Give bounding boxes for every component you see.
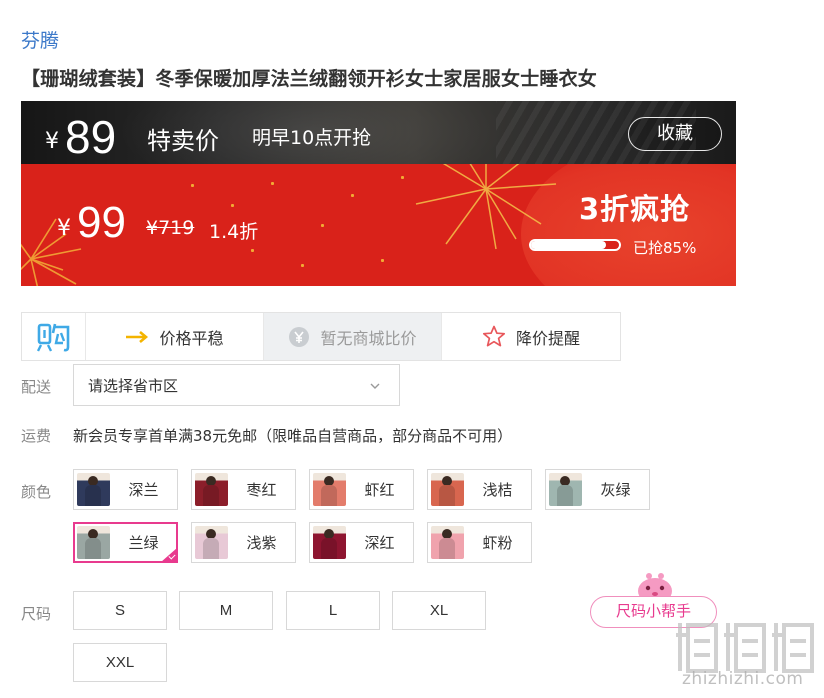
selected-check-icon	[161, 548, 176, 561]
chevron-down-icon	[369, 378, 381, 396]
color-option-label: 深兰	[128, 481, 159, 499]
color-option[interactable]: 灰绿	[545, 469, 650, 510]
color-option-label: 虾红	[364, 481, 395, 499]
shipping-info: 新会员专享首单满38元免邮（限唯品自营商品，部分商品不可用）	[73, 427, 513, 445]
discount-rate: 1.4折	[209, 221, 259, 243]
flash-sale-bar: ¥ 89 特卖价 明早10点开抢 收藏	[21, 101, 736, 201]
color-option[interactable]: 深红	[309, 522, 414, 563]
favorite-button[interactable]: 收藏	[628, 117, 722, 151]
color-thumbnail	[431, 473, 464, 506]
color-option-label: 深红	[364, 534, 395, 552]
color-thumbnail	[195, 526, 228, 559]
region-placeholder: 请选择省市区	[88, 376, 179, 395]
sold-progress-bar	[529, 239, 621, 251]
yen-coin-icon	[288, 326, 310, 348]
color-thumbnail	[313, 526, 346, 559]
no-compare-indicator: 暂无商城比价	[263, 313, 441, 360]
sale-bar: ¥ 99 ¥719 1.4折 3折疯抢 已抢85%	[21, 164, 736, 286]
price-stable-indicator[interactable]: 价格平稳	[85, 313, 263, 360]
color-thumbnail	[549, 473, 582, 506]
sale-currency: ¥	[57, 216, 71, 241]
arrow-right-icon	[125, 330, 149, 344]
color-thumbnail	[195, 473, 228, 506]
spark	[271, 182, 274, 185]
flash-price: 89	[65, 111, 117, 163]
color-thumbnail	[313, 473, 346, 506]
watermark-url: zhizhizhi.com	[682, 669, 804, 689]
region-select[interactable]: 请选择省市区	[73, 364, 400, 406]
spark	[251, 249, 254, 252]
product-title: 【珊瑚绒套装】冬季保暖加厚法兰绒翻领开衫女士家居服女士睡衣女	[21, 68, 598, 90]
gou-logo-icon	[22, 313, 85, 360]
color-option-label: 虾粉	[482, 534, 513, 552]
spark	[231, 204, 234, 207]
flash-price-label: 特卖价	[147, 127, 219, 155]
delivery-label: 配送	[21, 378, 52, 396]
spark	[351, 194, 354, 197]
color-option[interactable]: 虾红	[309, 469, 414, 510]
sale-headline: 3折疯抢	[579, 192, 691, 226]
price-stable-label: 价格平稳	[159, 328, 224, 348]
size-label: 尺码	[21, 605, 52, 623]
spark	[321, 224, 324, 227]
color-thumbnail	[77, 526, 110, 559]
color-option[interactable]: 兰绿	[73, 522, 178, 563]
original-price: ¥719	[146, 217, 195, 239]
no-compare-label: 暂无商城比价	[320, 328, 417, 348]
color-option[interactable]: 浅紫	[191, 522, 296, 563]
price-alert-label: 降价提醒	[515, 328, 580, 348]
color-option-label: 灰绿	[600, 481, 631, 499]
color-option-label: 浅桔	[482, 481, 513, 499]
color-option[interactable]: 枣红	[191, 469, 296, 510]
flash-start-time: 明早10点开抢	[252, 127, 372, 149]
color-option-label: 枣红	[246, 481, 277, 499]
color-option[interactable]: 浅桔	[427, 469, 532, 510]
spark	[191, 184, 194, 187]
star-icon	[482, 325, 506, 348]
price-info-bar: 价格平稳 暂无商城比价 降价提醒	[21, 312, 621, 361]
color-thumbnail	[77, 473, 110, 506]
shipping-label: 运费	[21, 427, 52, 445]
color-label: 颜色	[21, 483, 52, 501]
color-option[interactable]: 虾粉	[427, 522, 532, 563]
promo-banner: ¥ 89 特卖价 明早10点开抢 收藏 ¥ 99 ¥719 1.4折 3折疯抢 …	[21, 101, 736, 286]
flash-currency: ¥	[45, 129, 59, 154]
spark	[381, 259, 384, 262]
size-option[interactable]: M	[179, 591, 273, 630]
color-thumbnail	[431, 526, 464, 559]
color-option-label: 浅紫	[246, 534, 277, 552]
sold-progress-text: 已抢85%	[633, 239, 697, 257]
price-alert-button[interactable]: 降价提醒	[441, 313, 620, 360]
sold-progress-fill	[531, 241, 606, 249]
size-option[interactable]: XL	[392, 591, 486, 630]
size-option[interactable]: L	[286, 591, 380, 630]
size-option[interactable]: S	[73, 591, 167, 630]
brand-link[interactable]: 芬腾	[21, 26, 59, 53]
spark	[401, 176, 404, 179]
spark	[301, 264, 304, 267]
sale-price: 99	[77, 198, 126, 247]
color-option[interactable]: 深兰	[73, 469, 178, 510]
size-option[interactable]: XXL	[73, 643, 167, 682]
